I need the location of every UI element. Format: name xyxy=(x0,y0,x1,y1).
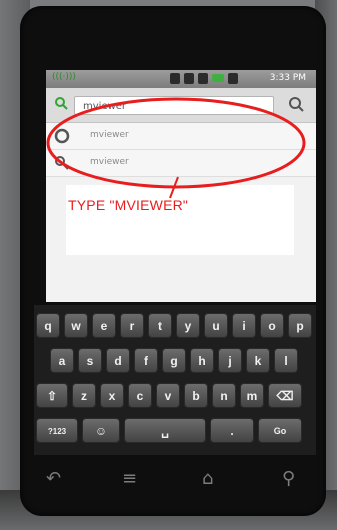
key-o[interactable]: o xyxy=(260,313,284,338)
space-key[interactable]: ␣ xyxy=(124,418,206,443)
suggestion-item[interactable]: mviewer xyxy=(46,150,316,177)
notification-icon xyxy=(184,73,194,84)
soft-keys-bar: ↶ ≡ ⌂ ⚲ xyxy=(30,460,316,500)
key-u[interactable]: u xyxy=(204,313,228,338)
suggestion-text: mviewer xyxy=(90,130,129,140)
key-c[interactable]: c xyxy=(128,383,152,408)
emoji-key[interactable]: ☺ xyxy=(82,418,120,443)
search-icon[interactable] xyxy=(288,96,304,112)
key-l[interactable]: l xyxy=(274,348,298,373)
keyboard-row-3: ⇧ z x c v b n m ⌫ xyxy=(34,383,316,408)
key-n[interactable]: n xyxy=(212,383,236,408)
suggestion-item[interactable]: mviewer xyxy=(46,123,316,150)
back-icon[interactable]: ↶ xyxy=(46,468,61,489)
search-input[interactable]: mviewer xyxy=(74,96,274,115)
key-m[interactable]: m xyxy=(240,383,264,408)
search-bar: mviewer xyxy=(46,88,316,123)
status-time: 3:33 PM xyxy=(269,73,306,83)
backspace-key[interactable]: ⌫ xyxy=(268,383,302,408)
search-icon xyxy=(55,156,69,170)
period-key[interactable]: . xyxy=(210,418,254,443)
android-notification-icon: (((·))) xyxy=(52,72,76,82)
status-bar: (((·))) 3:33 PM xyxy=(46,70,316,88)
notification-icon xyxy=(170,73,180,84)
search-icon[interactable]: ⚲ xyxy=(282,468,295,489)
battery-icon xyxy=(212,74,224,82)
signal-icon xyxy=(198,73,208,84)
alarm-icon xyxy=(228,73,238,84)
key-q[interactable]: q xyxy=(36,313,60,338)
key-w[interactable]: w xyxy=(64,313,88,338)
key-v[interactable]: v xyxy=(156,383,180,408)
soft-keyboard: q w e r t y u i o p a s d f g h j k l ⇧ … xyxy=(34,305,316,455)
key-y[interactable]: y xyxy=(176,313,200,338)
key-g[interactable]: g xyxy=(162,348,186,373)
annotation-label: TYPE "MVIEWER" xyxy=(68,197,189,213)
key-e[interactable]: e xyxy=(92,313,116,338)
home-icon[interactable]: ⌂ xyxy=(202,468,213,489)
keyboard-row-1: q w e r t y u i o p xyxy=(34,313,316,338)
key-i[interactable]: i xyxy=(232,313,256,338)
annotation-box xyxy=(66,185,294,255)
key-s[interactable]: s xyxy=(78,348,102,373)
key-h[interactable]: h xyxy=(190,348,214,373)
keyboard-row-2: a s d f g h j k l xyxy=(48,348,330,373)
key-t[interactable]: t xyxy=(148,313,172,338)
phone-screen: (((·))) 3:33 PM mviewer mviewer mviewer … xyxy=(46,70,316,302)
key-p[interactable]: p xyxy=(288,313,312,338)
key-x[interactable]: x xyxy=(100,383,124,408)
key-j[interactable]: j xyxy=(218,348,242,373)
shift-key[interactable]: ⇧ xyxy=(36,383,68,408)
status-icons xyxy=(170,73,238,84)
symbols-key[interactable]: ?123 xyxy=(36,418,78,443)
history-icon xyxy=(54,128,70,144)
key-f[interactable]: f xyxy=(134,348,158,373)
key-a[interactable]: a xyxy=(50,348,74,373)
menu-icon[interactable]: ≡ xyxy=(122,468,137,489)
go-key[interactable]: Go xyxy=(258,418,302,443)
key-r[interactable]: r xyxy=(120,313,144,338)
key-k[interactable]: k xyxy=(246,348,270,373)
keyboard-row-4: ?123 ☺ ␣ . Go xyxy=(34,418,316,443)
suggestion-text: mviewer xyxy=(90,157,129,167)
search-icon xyxy=(55,97,68,110)
key-z[interactable]: z xyxy=(72,383,96,408)
key-d[interactable]: d xyxy=(106,348,130,373)
key-b[interactable]: b xyxy=(184,383,208,408)
